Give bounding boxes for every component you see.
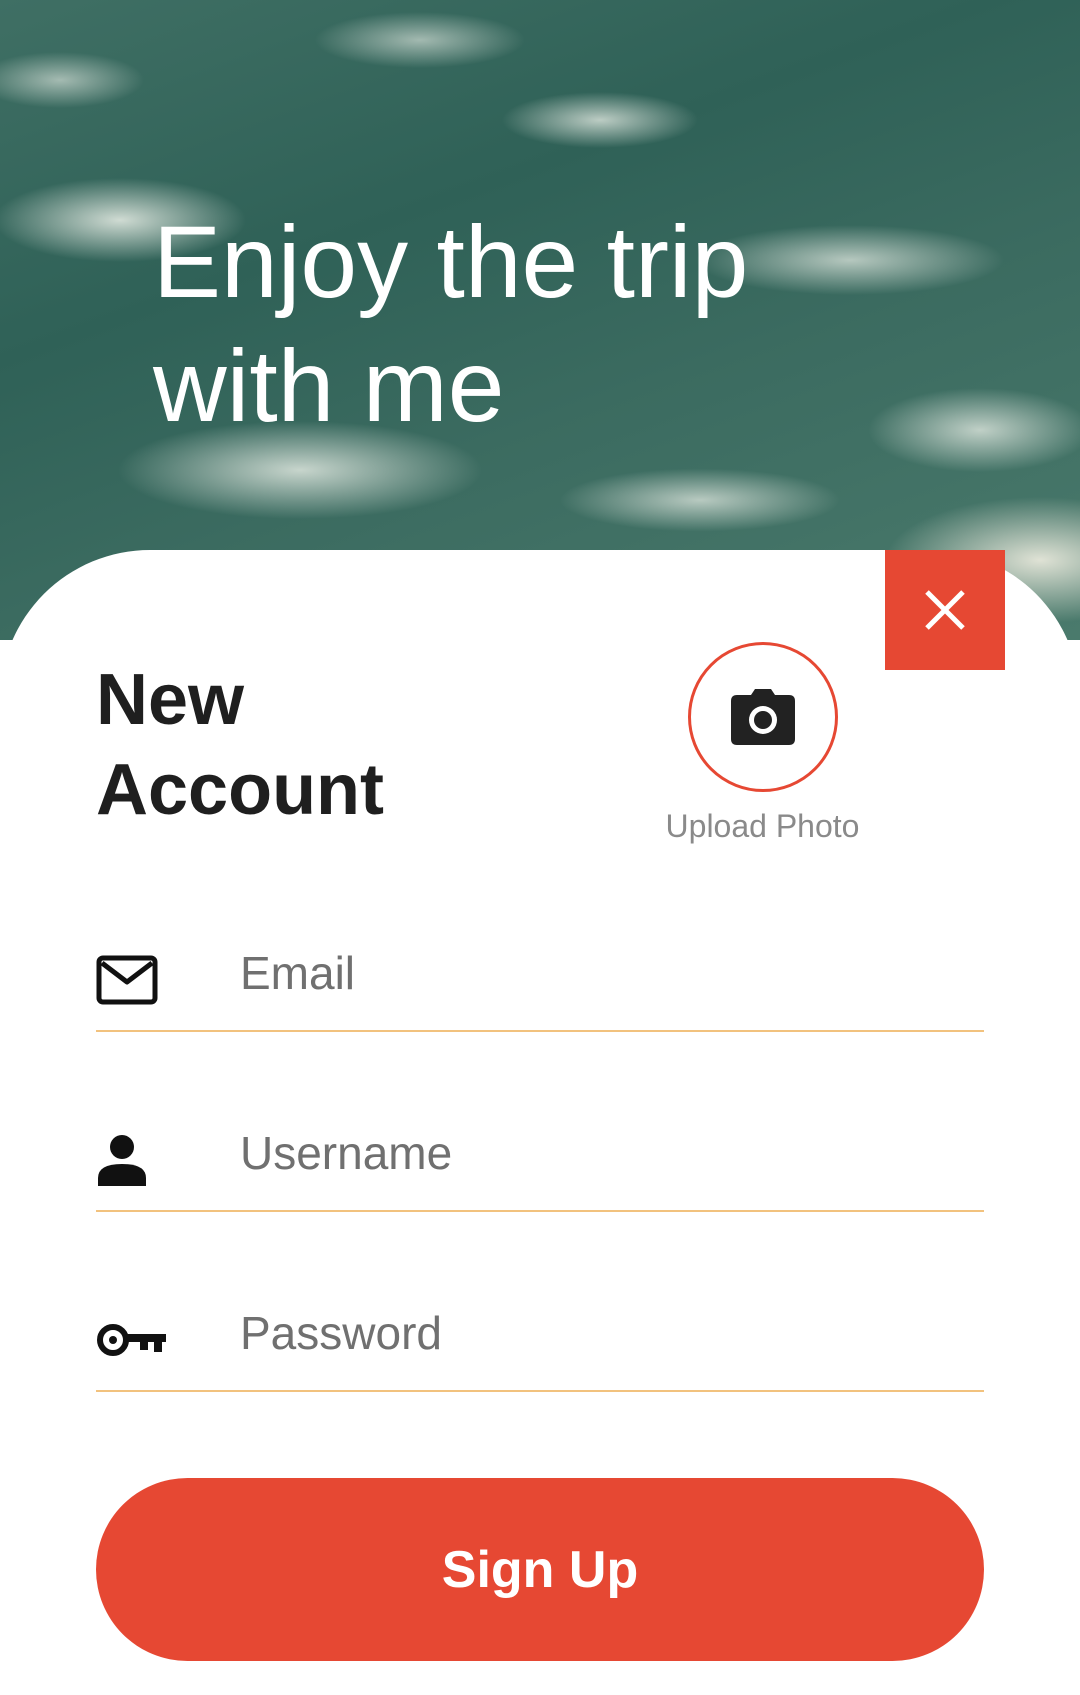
email-row (96, 920, 984, 1032)
password-field[interactable] (240, 1298, 960, 1368)
camera-icon (731, 689, 795, 745)
page-title: New Account (96, 655, 384, 835)
sign-up-button[interactable]: Sign Up (96, 1478, 984, 1661)
page-title-line-2: Account (96, 750, 384, 830)
email-icon-wrap (96, 950, 168, 1010)
close-button[interactable] (885, 550, 1005, 670)
hero-title-line-2: with me (153, 329, 505, 443)
person-icon (98, 1135, 146, 1186)
hero-title-line-1: Enjoy the trip (153, 205, 749, 319)
key-icon (97, 1324, 166, 1356)
page-title-line-1: New (96, 660, 245, 740)
person-icon-wrap (96, 1130, 168, 1190)
email-field[interactable] (240, 938, 960, 1008)
hero-background: Enjoy the trip with me (0, 0, 1080, 640)
email-icon (96, 955, 158, 1005)
password-row (96, 1280, 984, 1392)
username-row (96, 1100, 984, 1212)
close-icon (925, 590, 965, 630)
upload-photo-button[interactable] (688, 642, 838, 792)
username-field[interactable] (240, 1118, 960, 1188)
hero-title: Enjoy the trip with me (153, 200, 853, 448)
key-icon-wrap (96, 1310, 168, 1370)
upload-photo-label: Upload Photo (665, 808, 860, 844)
